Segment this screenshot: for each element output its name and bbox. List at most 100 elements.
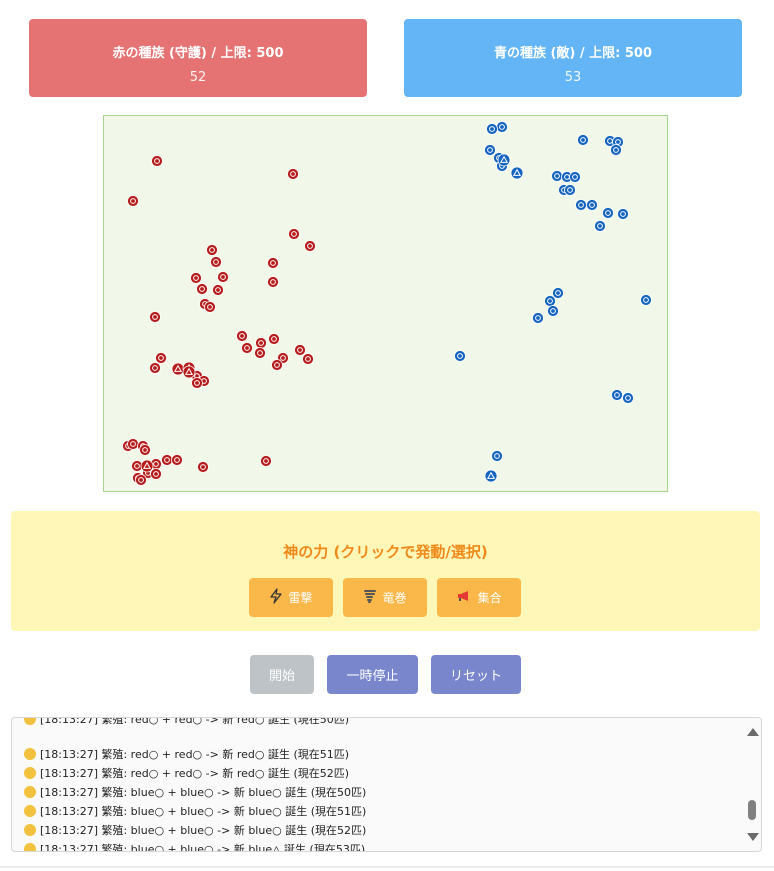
blue-creature [575, 199, 587, 211]
red-creature [204, 301, 216, 313]
red-creature [255, 337, 267, 349]
red-creature [302, 353, 314, 365]
tornado-button[interactable]: 竜巻 [343, 578, 427, 617]
red-creature [206, 244, 218, 256]
log-line: [18:13:27] 繁殖: blue○ + blue○ -> 新 blue△ … [22, 841, 365, 851]
baby-face-icon [24, 824, 36, 836]
red-creature [294, 344, 306, 356]
tornado-label: 竜巻 [382, 591, 407, 605]
red-creature [135, 474, 147, 486]
red-creature [287, 168, 299, 180]
blue-creature [454, 350, 466, 362]
blue-creature [496, 121, 508, 133]
simulation-field[interactable] [103, 115, 668, 492]
blue-creature [486, 123, 498, 135]
red-creature [191, 377, 203, 389]
tornado-icon [363, 588, 377, 607]
red-creature-triangle [140, 459, 154, 473]
gather-label: 集合 [477, 591, 502, 605]
megaphone-icon [456, 589, 472, 606]
red-creature-triangle [171, 362, 185, 376]
reset-button[interactable]: リセット [431, 655, 521, 694]
log-line: [18:13:27] 繁殖: blue○ + blue○ -> 新 blue○ … [22, 784, 366, 800]
blue-team-count: 53 [564, 70, 582, 85]
blue-creature-triangle [497, 153, 511, 167]
blue-creature-triangle [484, 469, 498, 483]
baby-face-icon [24, 767, 36, 779]
red-creature [212, 284, 224, 296]
red-creature [190, 272, 202, 284]
blue-creature [617, 208, 629, 220]
red-creature [210, 256, 222, 268]
red-creature [260, 455, 272, 467]
red-creature [304, 240, 316, 252]
blue-creature [551, 170, 563, 182]
red-creature [271, 359, 283, 371]
blue-creature [640, 294, 652, 306]
red-creature [236, 330, 248, 342]
red-creature [127, 195, 139, 207]
blue-team-title: 青の種族 (敵) / 上限: 500 [493, 46, 653, 61]
red-creature [197, 461, 209, 473]
red-creature [161, 454, 173, 466]
start-button[interactable]: 開始 [250, 655, 314, 694]
creatures-layer [122, 121, 652, 486]
blue-creature [544, 295, 556, 307]
blue-creature [484, 144, 496, 156]
red-creature [241, 342, 253, 354]
lightning-label: 雷撃 [288, 591, 313, 605]
blue-creature-triangle [510, 166, 524, 180]
red-creature [267, 276, 279, 288]
log-line: [18:13:27] 繁殖: blue○ + blue○ -> 新 blue○ … [22, 803, 366, 819]
red-creature [139, 444, 151, 456]
gather-button[interactable]: 集合 [437, 578, 521, 617]
log-line: [18:13:27] 繁殖: blue○ + blue○ -> 新 blue○ … [22, 822, 366, 838]
red-creature [155, 352, 167, 364]
god-power-panel: 神の力 (クリックで発動/選択) 雷撃 竜巻 集合 [11, 511, 760, 631]
red-team-title: 赤の種族 (守護) / 上限: 500 [112, 46, 284, 61]
blue-creature [622, 392, 634, 404]
red-creature [268, 333, 280, 345]
scrollbar-thumb[interactable] [748, 800, 756, 820]
blue-creature [491, 450, 503, 462]
god-power-title: 神の力 (クリックで発動/選択) [283, 543, 488, 561]
blue-team-card: 青の種族 (敵) / 上限: 500 53 [404, 19, 742, 97]
red-creature [149, 311, 161, 323]
red-creature [171, 454, 183, 466]
blue-creature [564, 184, 576, 196]
red-creature [196, 283, 208, 295]
blue-creature [602, 207, 614, 219]
baby-face-icon [24, 786, 36, 798]
red-creature [151, 155, 163, 167]
lightning-icon [269, 588, 283, 607]
scroll-down-arrow[interactable] [747, 833, 759, 841]
red-creature [217, 271, 229, 283]
red-creature [288, 228, 300, 240]
blue-creature [594, 220, 606, 232]
red-creature-triangle [182, 365, 196, 379]
event-log[interactable]: [18:13:27] 繁殖: red○ + red○ -> 新 red○ 誕生 … [11, 717, 762, 852]
red-creature [267, 257, 279, 269]
baby-face-icon [24, 805, 36, 817]
blue-creature [610, 144, 622, 156]
red-team-count: 52 [189, 70, 207, 85]
log-line: [18:13:27] 繁殖: red○ + red○ -> 新 red○ 誕生 … [22, 718, 349, 727]
red-creature [150, 468, 162, 480]
red-creature [149, 362, 161, 374]
blue-creature [586, 199, 598, 211]
red-team-card: 赤の種族 (守護) / 上限: 500 52 [29, 19, 367, 97]
blue-creature [547, 305, 559, 317]
blue-creature [569, 171, 581, 183]
blue-creature [577, 134, 589, 146]
blue-creature [611, 389, 623, 401]
log-line: [18:13:27] 繁殖: red○ + red○ -> 新 red○ 誕生 … [22, 746, 349, 762]
red-creature [254, 347, 266, 359]
pause-button[interactable]: 一時停止 [327, 655, 418, 694]
scroll-up-arrow[interactable] [747, 728, 759, 736]
red-creature [127, 438, 139, 450]
log-line: [18:13:27] 繁殖: red○ + red○ -> 新 red○ 誕生 … [22, 765, 349, 781]
baby-face-icon [24, 843, 36, 851]
baby-face-icon [24, 748, 36, 760]
lightning-button[interactable]: 雷撃 [249, 578, 333, 617]
baby-face-icon [24, 718, 36, 725]
